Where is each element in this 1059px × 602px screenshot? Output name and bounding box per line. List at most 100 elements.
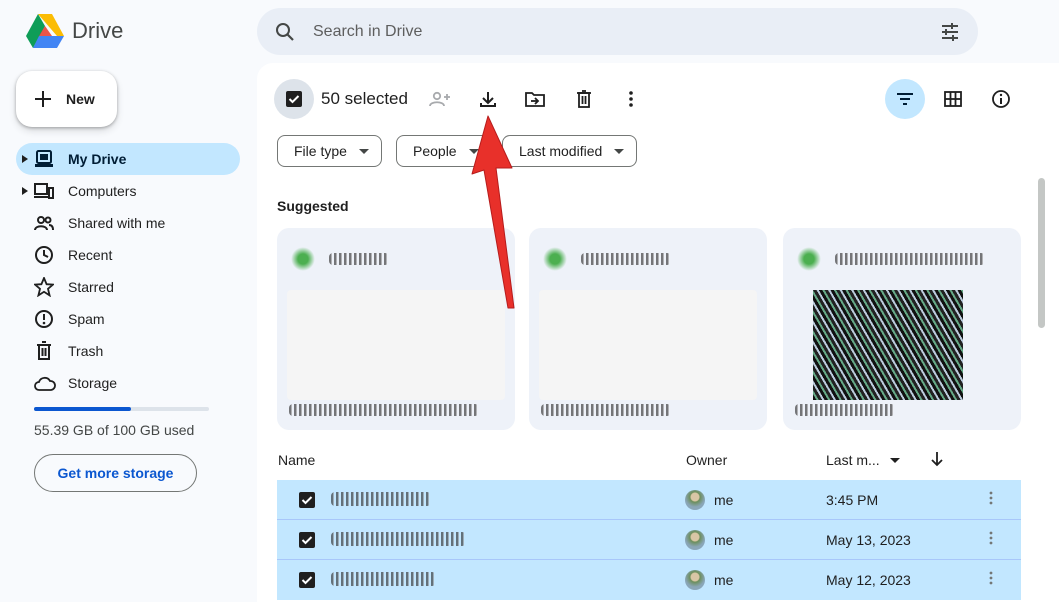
selected-count: 50 selected (321, 89, 408, 108)
grid-view-button[interactable] (938, 84, 968, 114)
sidebar-item-computers[interactable]: Computers (16, 175, 240, 207)
chip-label: People (413, 143, 457, 159)
caret-right-icon[interactable] (16, 155, 34, 163)
star-icon (34, 277, 54, 297)
column-header-modified[interactable]: Last m... (826, 452, 900, 468)
file-name[interactable] (331, 532, 466, 546)
file-name (835, 253, 985, 265)
file-name[interactable] (331, 572, 436, 586)
file-thumbnail (539, 290, 757, 400)
storage-meter-fill (34, 407, 131, 411)
owner-name: me (714, 492, 734, 508)
owner-name: me (714, 532, 734, 548)
more-vert-icon[interactable] (989, 490, 993, 506)
trash-icon (34, 341, 54, 361)
download-icon (479, 90, 497, 108)
sidebar-item-label: Storage (68, 375, 118, 391)
owner-name: me (714, 572, 734, 588)
sidebar-item-label: Spam (68, 311, 105, 327)
sidebar-item-my-drive[interactable]: My Drive (16, 143, 240, 175)
file-name (581, 253, 671, 265)
file-meta (795, 404, 895, 416)
column-header-label: Last m... (826, 452, 880, 468)
scrollbar[interactable] (1038, 178, 1045, 328)
file-meta (541, 404, 671, 416)
avatar (685, 490, 705, 510)
sidebar-item-label: My Drive (68, 151, 127, 167)
suggested-heading: Suggested (277, 198, 349, 214)
last-modified-filter[interactable]: Last modified (502, 135, 638, 167)
cloud-icon (34, 375, 56, 391)
new-button[interactable]: New (16, 71, 117, 127)
sidebar-item-storage[interactable]: Storage (16, 367, 240, 399)
search-options-icon[interactable] (940, 22, 960, 42)
file-name[interactable] (331, 492, 431, 506)
sidebar-item-trash[interactable]: Trash (16, 335, 240, 367)
avatar (685, 530, 705, 550)
arrow-down-icon (930, 451, 944, 467)
trash-icon (576, 90, 592, 108)
sidebar-item-label: Computers (68, 183, 137, 199)
row-checkbox[interactable] (299, 532, 315, 548)
table-row[interactable]: me 3:45 PM (277, 480, 1021, 520)
details-button[interactable] (986, 84, 1016, 114)
get-more-storage-button[interactable]: Get more storage (34, 454, 197, 492)
modified-date: May 13, 2023 (826, 532, 911, 548)
storage-used-text: 55.39 GB of 100 GB used (34, 422, 195, 438)
suggested-file-card[interactable] (529, 228, 767, 430)
sidebar-item-recent[interactable]: Recent (16, 239, 240, 271)
modified-date: May 12, 2023 (826, 572, 911, 588)
file-thumbnail (813, 290, 963, 400)
select-all-checkbox[interactable] (274, 79, 314, 119)
info-icon (991, 89, 1011, 109)
share-button[interactable] (425, 84, 455, 114)
dropdown-arrow-icon (358, 148, 369, 154)
my-drive-icon (34, 150, 54, 168)
sidebar-item-label: Starred (68, 279, 114, 295)
file-type-filter[interactable]: File type (277, 135, 382, 167)
sort-direction-button[interactable] (930, 451, 944, 467)
suggested-file-card[interactable] (783, 228, 1021, 430)
search-icon[interactable] (275, 22, 295, 42)
new-button-label: New (66, 91, 95, 107)
table-row[interactable]: me May 13, 2023 (277, 520, 1021, 560)
chip-label: Last modified (519, 143, 603, 159)
filter-button[interactable] (885, 79, 925, 119)
dropdown-arrow-icon[interactable] (889, 457, 900, 463)
table-row[interactable]: me May 12, 2023 (277, 560, 1021, 600)
shared-icon (34, 215, 54, 231)
move-to-folder-icon (525, 91, 545, 107)
chip-label: File type (294, 143, 347, 159)
sidebar-item-shared[interactable]: Shared with me (16, 207, 240, 239)
more-vert-icon (629, 91, 633, 107)
annotation-arrow-icon (462, 112, 522, 312)
clock-icon (34, 245, 54, 265)
app-name: Drive (72, 18, 124, 43)
dropdown-arrow-icon (614, 148, 625, 154)
row-checkbox[interactable] (299, 572, 315, 588)
download-button[interactable] (473, 84, 503, 114)
delete-button[interactable] (569, 84, 599, 114)
caret-right-icon[interactable] (16, 187, 34, 195)
column-header-name[interactable]: Name (278, 452, 315, 468)
more-vert-icon[interactable] (989, 570, 993, 586)
more-vert-icon[interactable] (989, 530, 993, 546)
add-person-icon (429, 91, 451, 107)
file-type-icon (291, 247, 315, 271)
search-bar[interactable]: Search in Drive (257, 8, 978, 55)
plus-icon (34, 90, 52, 108)
avatar (685, 570, 705, 590)
drive-logo[interactable]: Drive (26, 14, 123, 48)
filter-icon (896, 92, 914, 106)
file-type-icon (543, 247, 567, 271)
column-header-owner[interactable]: Owner (686, 452, 727, 468)
more-actions-button[interactable] (616, 84, 646, 114)
move-button[interactable] (520, 84, 550, 114)
grid-icon (944, 91, 962, 107)
row-checkbox[interactable] (299, 492, 315, 508)
sidebar-item-spam[interactable]: Spam (16, 303, 240, 335)
file-name (329, 253, 389, 265)
sidebar-item-label: Trash (68, 343, 104, 359)
search-input[interactable]: Search in Drive (313, 23, 940, 41)
sidebar-item-starred[interactable]: Starred (16, 271, 240, 303)
